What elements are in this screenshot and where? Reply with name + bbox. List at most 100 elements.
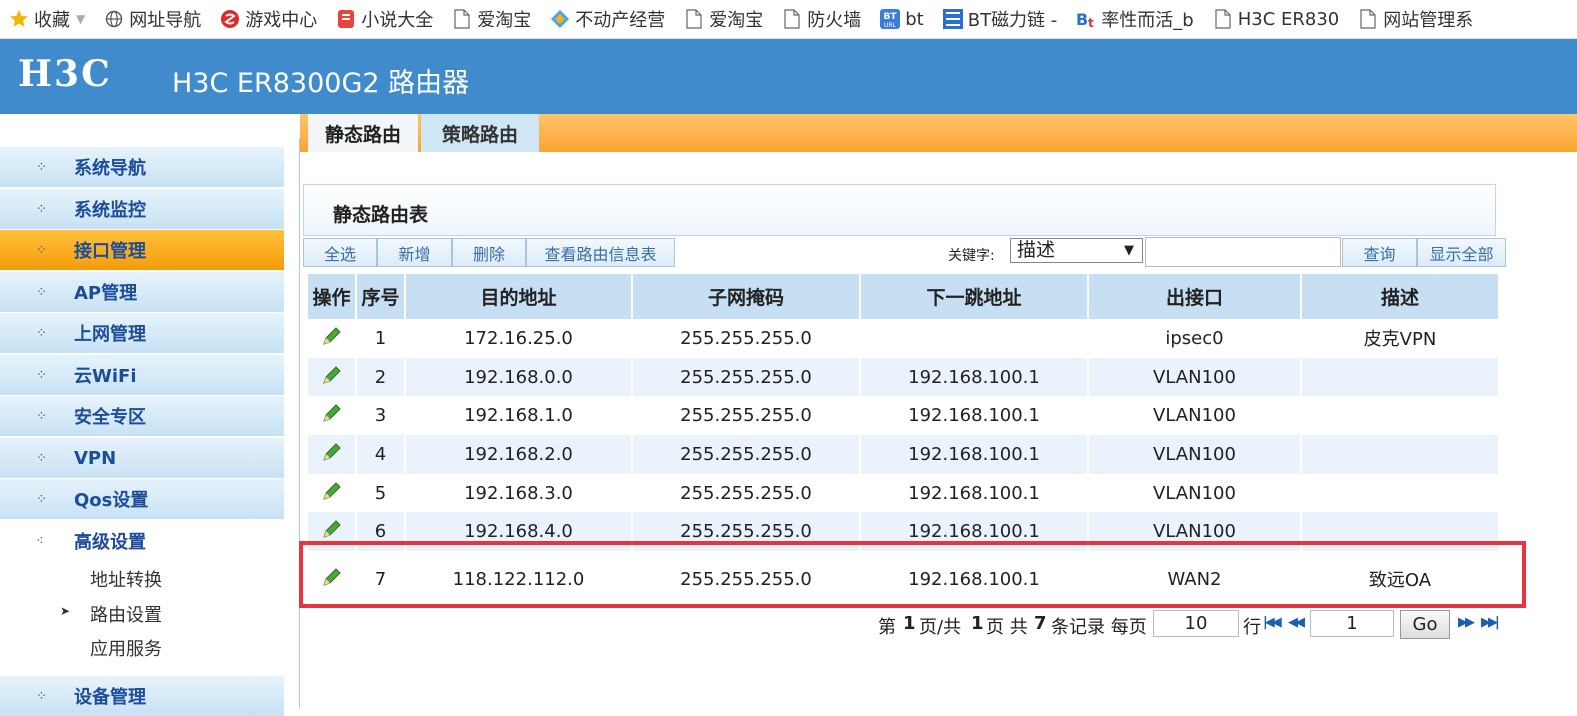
sidebar-item-label: VPN — [74, 447, 117, 469]
h3c-logo: H3C — [18, 53, 112, 95]
prev-page-icon[interactable]: ◀◀ — [1288, 615, 1305, 630]
dropdown-arrow-icon: ▼ — [1124, 243, 1134, 258]
next-page-icon[interactable]: ▶▶ — [1458, 615, 1475, 630]
red-highlight-box — [299, 541, 1526, 608]
app-header: H3C H3C ER8300G2 路由器 — [0, 39, 1577, 114]
book-icon — [335, 8, 357, 30]
tab-bar: 静态路由 策略路由 — [300, 114, 1577, 152]
sidebar-item-ap[interactable]: ⁘ AP管理 — [0, 271, 284, 312]
sidebar-item-system-nav[interactable]: ⁘ 系统导航 — [0, 146, 284, 187]
sidebar-item-qos[interactable]: ⁘ Qos设置 — [0, 478, 284, 519]
show-all-button[interactable]: 显示全部 — [1417, 238, 1506, 267]
query-button[interactable]: 查询 — [1342, 238, 1417, 267]
view-route-table-button[interactable]: 查看路由信息表 — [526, 238, 675, 267]
table-row: 5 192.168.3.0 255.255.255.0 192.168.100.… — [308, 473, 1500, 513]
pager-total: 1 — [971, 613, 984, 634]
bookmark-item[interactable]: 小说大全 — [327, 0, 443, 38]
sidebar-item-advanced[interactable]: ⁖ 高级设置 — [0, 520, 284, 561]
cell-dest: 192.168.2.0 — [405, 435, 633, 474]
menu-bullet-icon: ⁘ — [36, 688, 47, 704]
pager-text: 第 — [878, 617, 896, 638]
bookmark-item[interactable]: 防火墙 — [773, 0, 871, 38]
keyword-select[interactable]: 描述 ▼ — [1010, 238, 1143, 263]
svg-text:B: B — [1076, 10, 1088, 29]
edit-pencil-icon[interactable] — [321, 441, 343, 468]
sidebar-item-cloud-wifi[interactable]: ⁘ 云WiFi — [0, 354, 284, 395]
bt-letter-icon: Bt — [1075, 8, 1097, 30]
go-button[interactable]: Go — [1400, 610, 1450, 639]
cell-mask: 255.255.255.0 — [632, 473, 861, 513]
menu-bullet-icon: ⁘ — [36, 284, 47, 300]
add-button[interactable]: 新增 — [377, 238, 452, 267]
sidebar-item-label: 安全专区 — [74, 407, 146, 428]
page-icon — [683, 8, 705, 30]
bookmark-label: H3C ER830 — [1237, 8, 1340, 30]
sidebar-item-label: Qos设置 — [74, 490, 149, 511]
tab-policy-route[interactable]: 策略路由 — [421, 114, 539, 152]
bookmark-item[interactable]: 游戏中心 — [211, 0, 327, 38]
select-all-button[interactable]: 全选 — [303, 238, 377, 267]
bookmark-item[interactable]: Bt 率性而活_b — [1067, 0, 1203, 38]
cell-desc — [1301, 473, 1500, 513]
sidebar-item-internet[interactable]: ⁘ 上网管理 — [0, 312, 284, 353]
svg-text:URL: URL — [884, 22, 897, 29]
sidebar-item-device[interactable]: ⁘ 设备管理 — [0, 675, 284, 716]
menu-bullet-icon: ⁘ — [36, 367, 47, 383]
sidebar-item-system-monitor[interactable]: ⁘ 系统监控 — [0, 188, 284, 229]
table-header-row: 操作 序号 目的地址 子网掩码 下一跳地址 出接口 描述 — [308, 274, 1500, 319]
page-title: H3C ER8300G2 路由器 — [172, 68, 470, 99]
bookmark-item[interactable]: 爱淘宝 — [675, 0, 773, 38]
cell-desc — [1301, 396, 1500, 436]
bookmark-label: 收藏 — [34, 10, 70, 31]
current-arrow-icon: ➤ — [60, 604, 71, 618]
cell-index: 1 — [356, 319, 406, 358]
menu-bullet-icon: ⁘ — [36, 408, 47, 424]
bookmark-item[interactable]: BT磁力链 - — [934, 0, 1068, 38]
diamond-icon — [549, 8, 571, 30]
delete-button[interactable]: 删除 — [452, 238, 526, 267]
bookmark-item[interactable]: 网址导航 — [95, 0, 211, 38]
bookmark-label: 游戏中心 — [245, 10, 318, 31]
sidebar-item-vpn[interactable]: ⁘ VPN — [0, 437, 284, 478]
edit-pencil-icon[interactable] — [321, 325, 343, 352]
menu-bullet-icon: ⁘ — [36, 450, 47, 466]
edit-pencil-icon[interactable] — [321, 402, 343, 429]
sidebar-item-label: 设备管理 — [74, 687, 146, 708]
sidebar-item-interface[interactable]: ⁘ 接口管理 — [0, 229, 284, 270]
bookmark-item[interactable]: 不动产经营 — [541, 0, 675, 38]
bookmark-item[interactable]: BT URL bt — [871, 0, 933, 38]
page-size-input[interactable]: 10 — [1153, 610, 1239, 637]
keyword-input[interactable] — [1145, 237, 1341, 267]
cell-index: 3 — [356, 396, 406, 436]
page-number-input[interactable]: 1 — [1310, 610, 1394, 637]
bookmark-item[interactable]: 网站管理系 — [1349, 0, 1483, 38]
last-page-icon[interactable]: ▶▶| — [1481, 615, 1500, 630]
edit-pencil-icon[interactable] — [321, 480, 343, 507]
sidebar-item-label: 系统监控 — [74, 200, 146, 221]
first-page-icon[interactable]: |◀◀ — [1263, 615, 1282, 630]
cell-mask: 255.255.255.0 — [632, 357, 861, 397]
submenu-item-routing[interactable]: 路由设置 — [90, 601, 162, 627]
bookmark-label: 爱淘宝 — [709, 10, 764, 31]
sidebar-item-security[interactable]: ⁘ 安全专区 — [0, 395, 284, 436]
magnet-icon — [942, 8, 964, 30]
submenu-item-nat[interactable]: 地址转换 — [90, 566, 162, 592]
col-header-dest: 目的地址 — [405, 274, 633, 319]
sidebar-item-label: 上网管理 — [74, 324, 146, 345]
page-icon — [451, 8, 473, 30]
table-row: 3 192.168.1.0 255.255.255.0 192.168.100.… — [308, 396, 1500, 436]
pager-count: 7 — [1034, 613, 1047, 634]
chevron-down-icon[interactable]: ▼ — [76, 12, 85, 26]
bookmark-favorites[interactable]: 收藏 ▼ — [0, 0, 95, 38]
pager-text: 条记录 每页 — [1051, 617, 1147, 638]
bookmark-label: bt — [905, 8, 924, 30]
tab-static-route[interactable]: 静态路由 — [308, 114, 418, 152]
edit-pencil-icon[interactable] — [321, 364, 343, 391]
keyword-select-value: 描述 — [1017, 239, 1056, 261]
cell-desc: 皮克VPN — [1301, 319, 1500, 358]
keyword-label: 关键字: — [948, 248, 995, 264]
bookmark-item[interactable]: 爱淘宝 — [443, 0, 541, 38]
submenu-item-app-service[interactable]: 应用服务 — [90, 635, 162, 661]
bookmark-item[interactable]: H3C ER830 — [1204, 0, 1350, 38]
bookmark-label: 小说大全 — [361, 10, 434, 31]
